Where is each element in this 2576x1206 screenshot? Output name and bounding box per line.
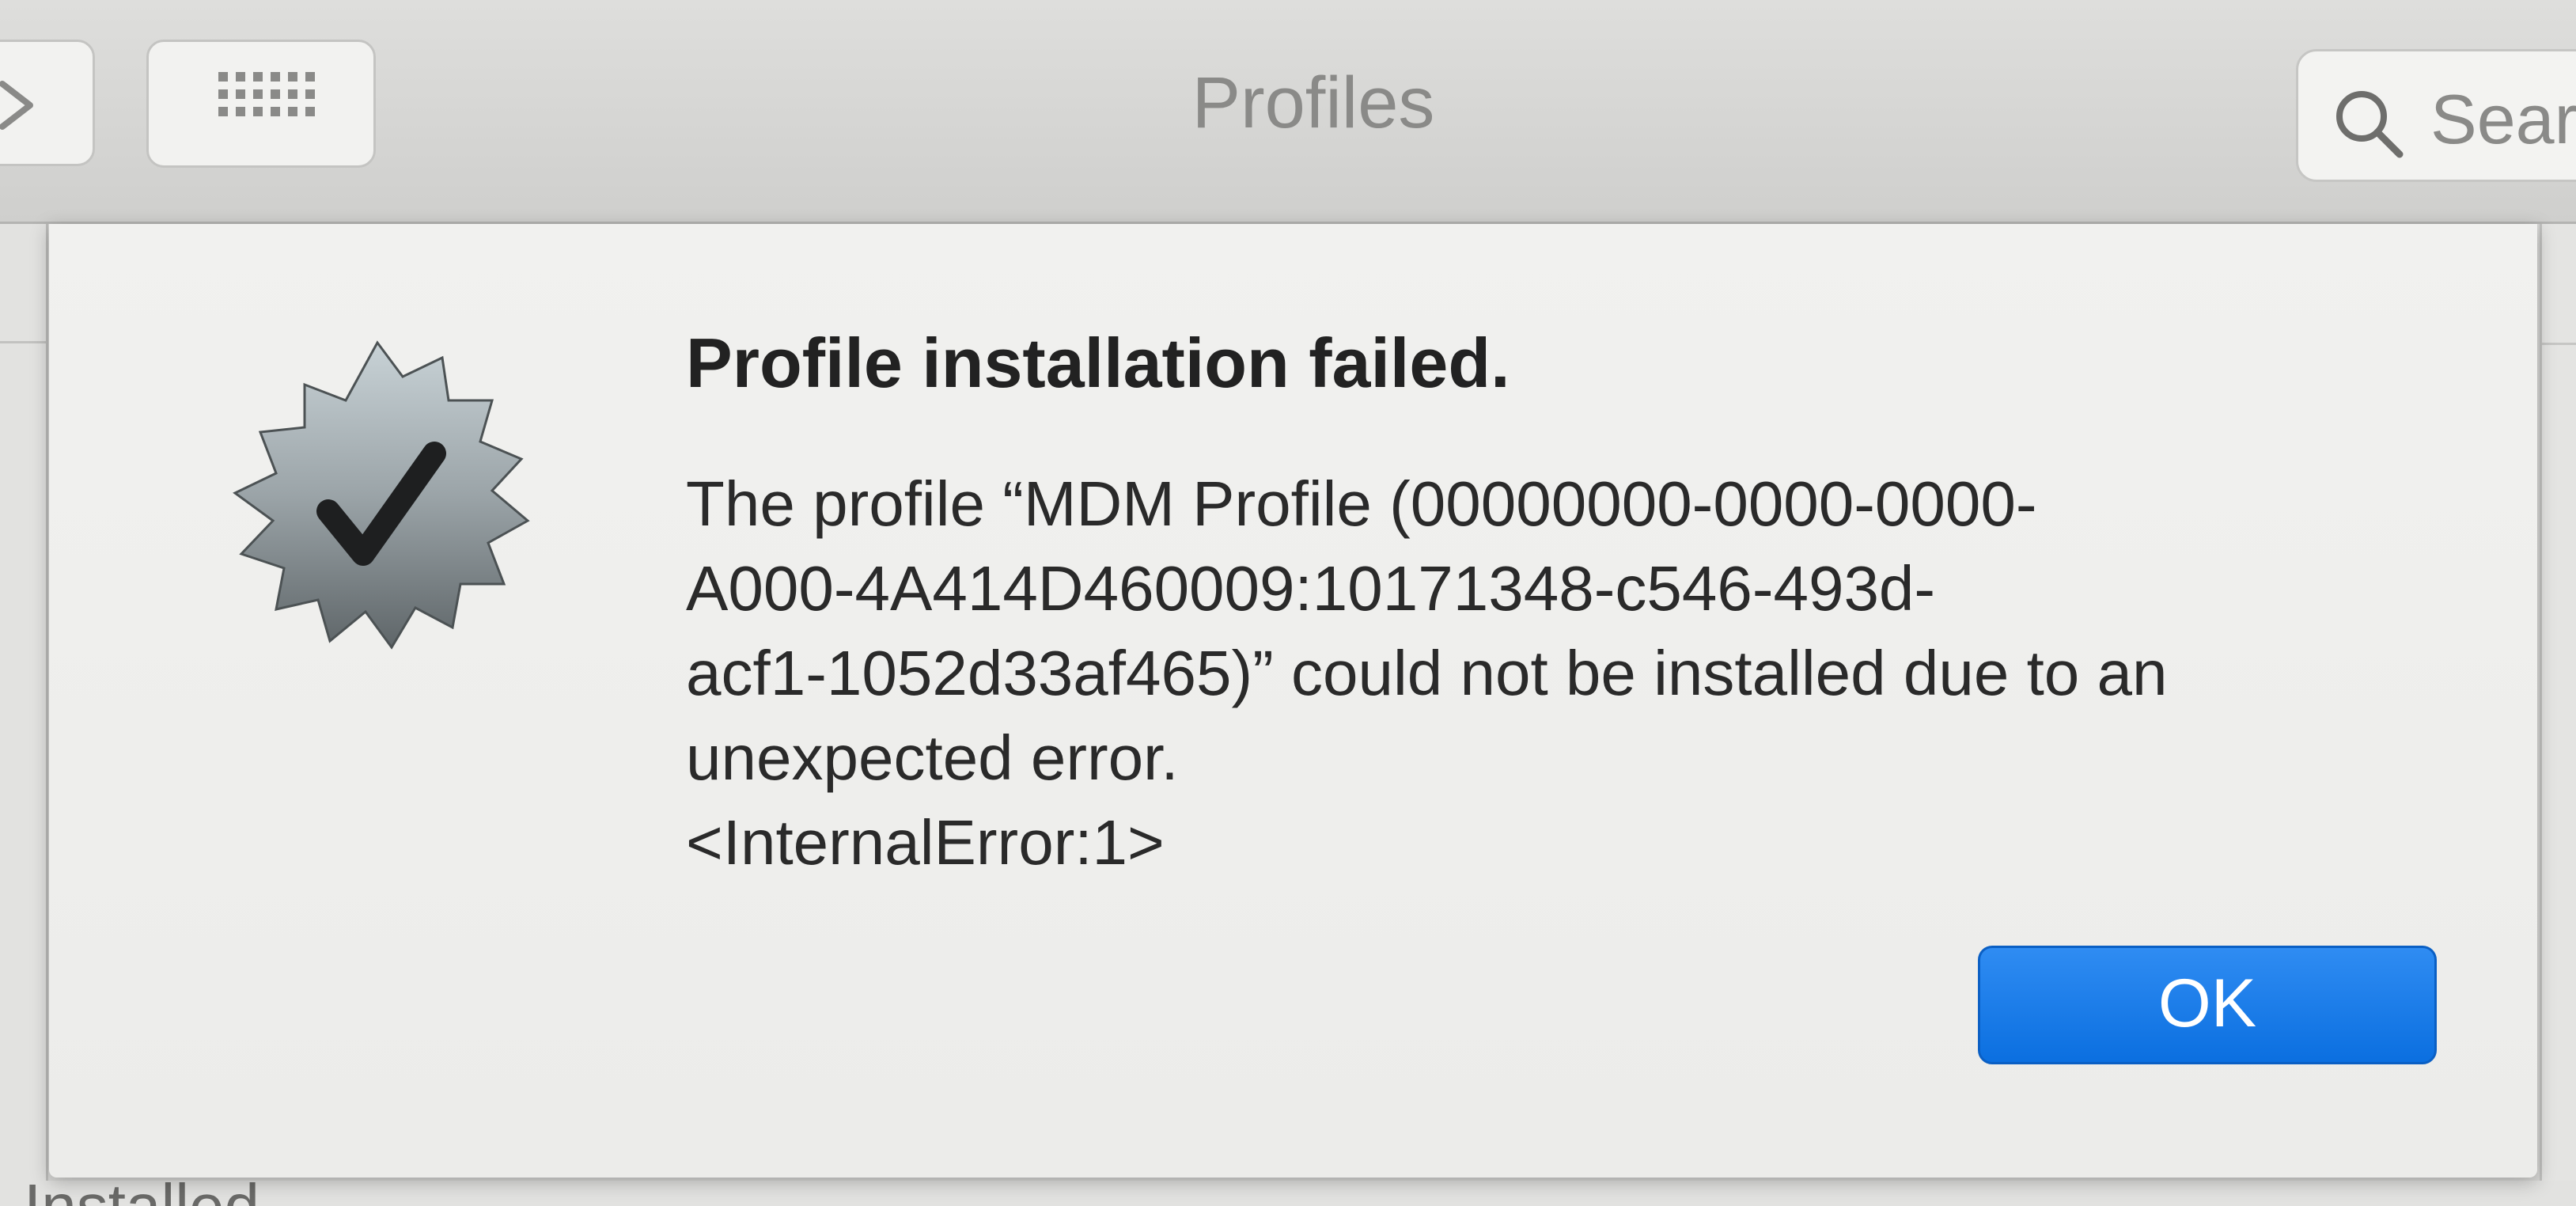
error-alert-sheet: Profile installation failed. The profile… bbox=[49, 224, 2537, 1178]
chevron-right-icon bbox=[0, 81, 33, 130]
underlying-list-pane bbox=[0, 224, 48, 1206]
show-all-button[interactable] bbox=[146, 40, 376, 168]
ok-button[interactable]: OK bbox=[1978, 946, 2437, 1064]
message-line: unexpected error. bbox=[686, 722, 1179, 793]
message-line: acf1-1052d33af465)” could not be install… bbox=[686, 638, 2168, 708]
grid-icon bbox=[218, 72, 316, 116]
message-line: The profile “MDM Profile (00000000-0000-… bbox=[686, 468, 2037, 539]
back-button[interactable] bbox=[0, 40, 95, 166]
toolbar: Profiles bbox=[0, 0, 2576, 224]
preferences-window: Profiles Installed Pro bbox=[0, 0, 2576, 1206]
message-line: A000-4A414D460009:10171348-c546-493d- bbox=[686, 553, 1936, 624]
divider bbox=[0, 341, 46, 343]
search-icon bbox=[2336, 91, 2404, 158]
divider bbox=[2542, 343, 2576, 345]
search-field[interactable] bbox=[2296, 49, 2576, 182]
alert-heading: Profile installation failed. bbox=[686, 324, 1510, 402]
window-title: Profiles bbox=[1191, 63, 1435, 143]
verified-badge-icon bbox=[233, 340, 530, 650]
search-input[interactable] bbox=[2429, 83, 2576, 156]
alert-message: The profile “MDM Profile (00000000-0000-… bbox=[686, 461, 2506, 885]
error-code: <InternalError:1> bbox=[686, 807, 1165, 878]
underlying-detail-pane bbox=[2540, 224, 2576, 1206]
underlying-footer bbox=[0, 1181, 2576, 1206]
